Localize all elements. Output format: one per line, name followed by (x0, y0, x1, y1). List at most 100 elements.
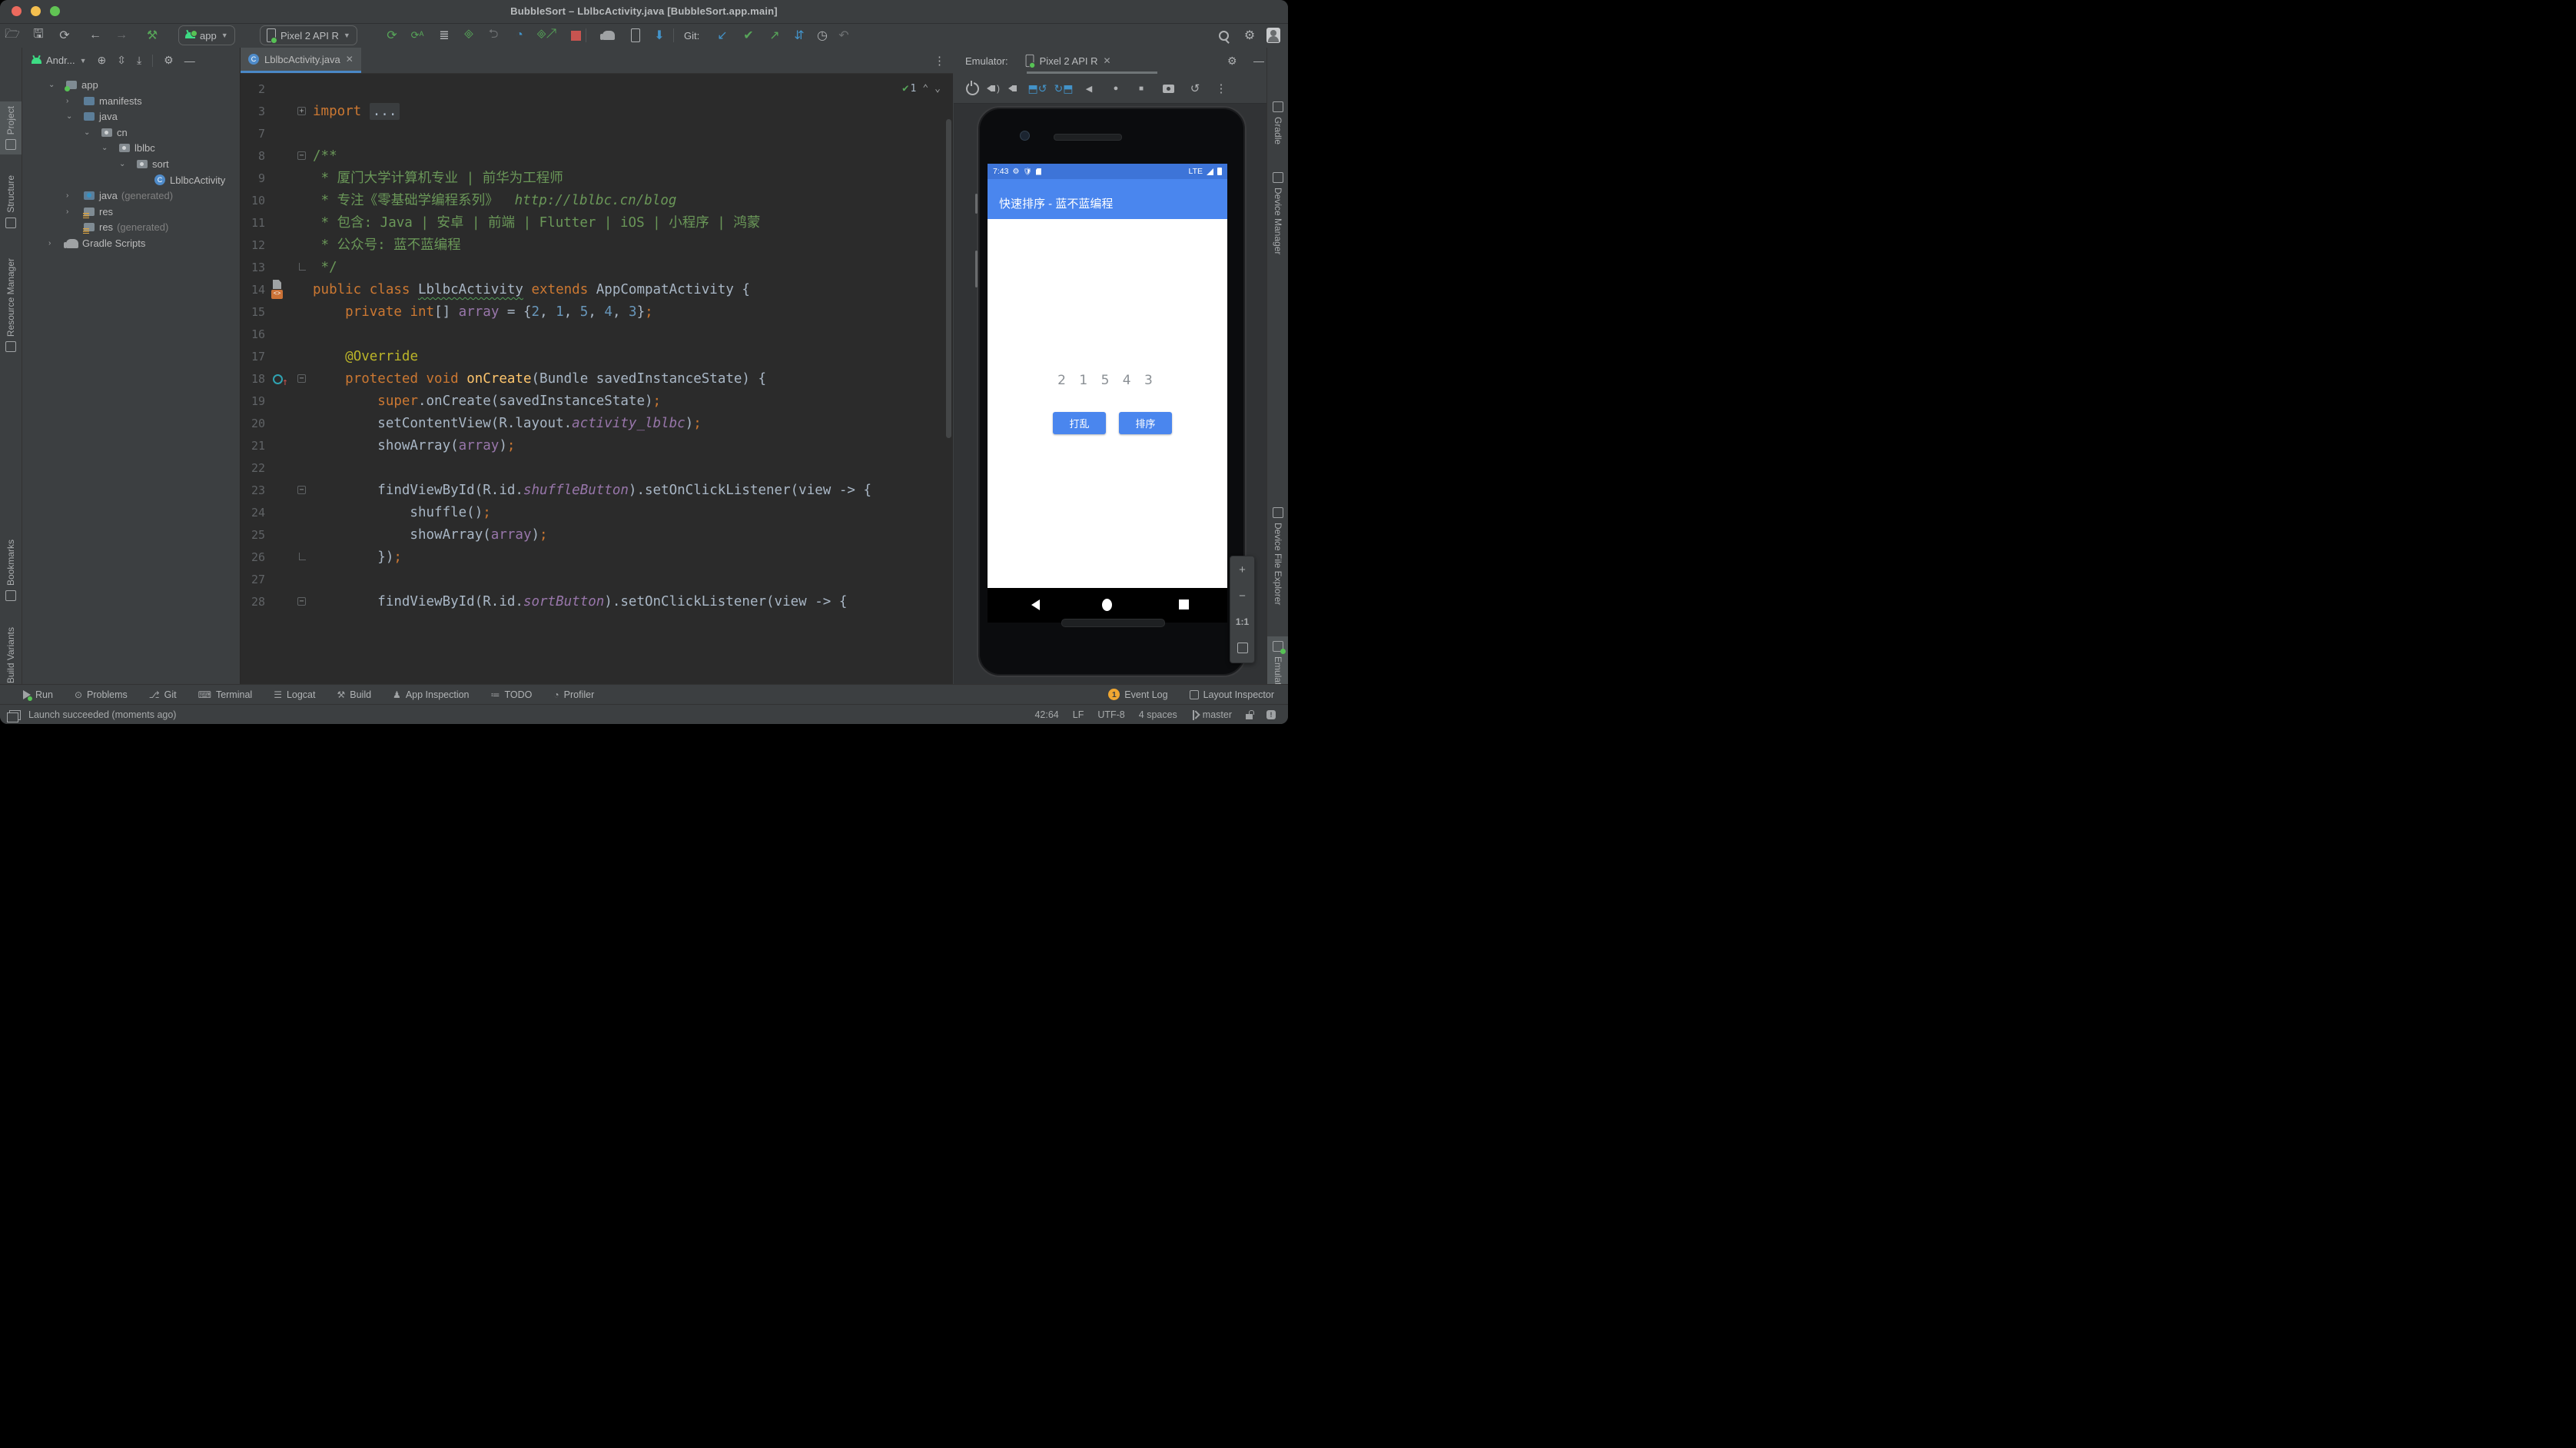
event-log-button[interactable]: 1 Event Log (1108, 689, 1168, 700)
tree-item-manifests[interactable]: › manifests (22, 93, 240, 109)
code-line-26[interactable]: 26 }); (241, 546, 953, 569)
caret-position[interactable]: 42:64 (1034, 709, 1058, 720)
code-line-24[interactable]: 24 shuffle(); (241, 502, 953, 524)
toolwindow-button-build[interactable]: ⚒ Build (337, 689, 371, 700)
chevron-down-icon[interactable]: ⌄ (48, 81, 56, 89)
code-line-17[interactable]: 17 @Override (241, 346, 953, 368)
hide-emulator-icon[interactable]: — (1253, 55, 1264, 67)
emulator-settings-gear-icon[interactable]: ⚙ (1227, 55, 1237, 68)
sort-button[interactable]: 排序 (1119, 412, 1172, 434)
run-with-coverage-icon[interactable]: ≣ (435, 27, 453, 44)
debug-icon[interactable]: 🞜 (460, 27, 478, 44)
emulator-device-tab[interactable]: Pixel 2 API R ✕ (1025, 54, 1111, 68)
indent-setting[interactable]: 4 spaces (1139, 709, 1177, 720)
strip-item-device-manager[interactable]: Device Manager (1267, 168, 1288, 259)
sdk-manager-icon[interactable]: ⬇ (650, 27, 669, 44)
profile-debug-icon[interactable]: 🞜↗ (536, 27, 556, 44)
chevron-down-icon[interactable]: ⌄ (84, 128, 91, 137)
tree-item-cn[interactable]: ⌄ cn (22, 125, 240, 141)
chevron-down-icon[interactable]: ⌄ (101, 144, 109, 152)
related-layout-file-icon[interactable]: <> (271, 280, 284, 301)
layout-inspector-button[interactable]: Layout Inspector (1189, 689, 1274, 700)
code-line-18[interactable]: 18 − ↑ protected void onCreate(Bundle save… (241, 368, 953, 390)
nav-home-icon[interactable] (1102, 599, 1112, 611)
apply-changes-icon[interactable]: ⟳ᴬ (408, 27, 427, 44)
tree-item-res[interactable]: res (generated) (22, 219, 240, 235)
sync-icon[interactable]: ⟳ (55, 27, 74, 44)
toolwindow-button-profiler[interactable]: ◔ Profiler (553, 689, 594, 700)
fold-expand-icon[interactable]: + (297, 107, 306, 115)
chevron-right-icon[interactable]: › (66, 208, 74, 216)
gradle-sync-icon[interactable] (599, 27, 618, 44)
profiler-gauge-icon[interactable]: ◔ (510, 27, 529, 44)
strip-item-project[interactable]: Project (0, 101, 22, 155)
tree-item-java[interactable]: › java (generated) (22, 188, 240, 204)
code-line-28[interactable]: 28 − findViewById(R.id.sortButton).setOnC… (241, 591, 953, 613)
close-emulator-tab-icon[interactable]: ✕ (1104, 55, 1111, 66)
tab-lblbcactivity[interactable]: C LblbcActivity.java ✕ (241, 48, 361, 73)
chevron-right-icon[interactable]: › (48, 239, 56, 247)
make-project-hammer-icon[interactable]: ⚒ (143, 27, 161, 44)
code-editor[interactable]: ✔ 1 ⌃ ⌄ 2 3 + import ... 7 8−/** 9 * 厦门大学计算机专业 … (241, 73, 953, 684)
back-button-icon[interactable]: ◀ (1081, 80, 1097, 97)
tree-item-sort[interactable]: ⌄ sort (22, 156, 240, 172)
code-line-15[interactable]: 15 private int[] array = {2, 1, 5, 4, 3}… (241, 301, 953, 324)
chevron-right-icon[interactable]: › (66, 191, 74, 200)
snapshots-icon[interactable]: ↺ (1187, 80, 1203, 97)
volume-down-icon[interactable] (1006, 80, 1023, 97)
code-line-13[interactable]: 13 */ (241, 257, 953, 279)
volume-up-icon[interactable] (984, 80, 1001, 97)
run-icon[interactable]: ⟳ (383, 27, 401, 44)
overview-button-icon[interactable]: ■ (1133, 80, 1150, 97)
hide-panel-icon[interactable]: — (184, 55, 195, 67)
power-icon[interactable] (964, 80, 981, 97)
shuffle-button[interactable]: 打乱 (1053, 412, 1106, 434)
toolwindow-button-problems[interactable]: ⊙ Problems (75, 689, 128, 700)
notifications-icon[interactable]: ! (1266, 710, 1276, 719)
avatar[interactable] (1266, 28, 1280, 43)
forward-icon[interactable]: → (112, 27, 131, 44)
back-icon[interactable]: ← (86, 27, 105, 44)
run-configuration-select[interactable]: app ▼ (178, 25, 235, 45)
git-fetch-icon[interactable]: ⇵ (790, 27, 808, 44)
device-manager-icon[interactable] (626, 27, 645, 44)
code-line-20[interactable]: 20 setContentView(R.layout.activity_lblb… (241, 413, 953, 435)
rotate-right-icon[interactable]: ↻⬒ (1054, 80, 1074, 97)
zoom-out-button[interactable]: − (1230, 583, 1254, 609)
strip-item-structure[interactable]: Structure (0, 171, 22, 233)
strip-item-gradle[interactable]: Gradle (1267, 97, 1288, 149)
line-separator[interactable]: LF (1073, 709, 1084, 720)
git-rollback-icon[interactable]: ↶ (835, 27, 853, 44)
toolwindow-button-todo[interactable]: ≔ TODO (491, 689, 533, 700)
readonly-lock-icon[interactable] (1246, 710, 1254, 719)
toolwindow-button-app-inspection[interactable]: ♟ App Inspection (393, 689, 469, 700)
expand-all-icon[interactable]: ⇳ (117, 54, 126, 67)
code-line-19[interactable]: 19 super.onCreate(savedInstanceState); (241, 390, 953, 413)
open-icon[interactable]: 🗁 (3, 27, 22, 44)
stop-icon[interactable] (566, 27, 585, 44)
chevron-right-icon[interactable]: › (66, 97, 74, 105)
code-line-25[interactable]: 25 showArray(array); (241, 524, 953, 546)
tree-item-java[interactable]: ⌄ java (22, 108, 240, 125)
screenshot-camera-icon[interactable] (1160, 80, 1177, 97)
code-line-23[interactable]: 23 − findViewById(R.id.shuffleButton).set… (241, 480, 953, 502)
fit-to-window-button[interactable] (1230, 635, 1254, 661)
save-all-icon[interactable]: 🖫 (29, 27, 48, 44)
chevron-down-icon[interactable]: ⌄ (119, 160, 127, 168)
git-branch-widget[interactable]: master (1191, 709, 1232, 720)
nav-overview-icon[interactable] (1179, 599, 1189, 609)
code-line-16[interactable]: 16 (241, 324, 953, 346)
fold-collapse-icon[interactable]: − (297, 486, 306, 494)
toolwindow-button-git[interactable]: ⎇ Git (149, 689, 177, 700)
tab-options-kebab-icon[interactable]: ⋮ (934, 54, 945, 68)
panel-options-gear-icon[interactable]: ⚙ (164, 54, 174, 67)
tree-item-lblbc[interactable]: ⌄ lblbc (22, 140, 240, 156)
code-line-22[interactable]: 22 (241, 457, 953, 480)
tree-item-gradle-scripts[interactable]: › Gradle Scripts (22, 235, 240, 251)
code-line-2[interactable]: 2 (241, 78, 953, 101)
file-encoding[interactable]: UTF-8 (1097, 709, 1124, 720)
collapse-all-icon[interactable]: ⤓ (137, 54, 141, 67)
code-line-14[interactable]: 14 <> public class LblbcActivity extends A… (241, 279, 953, 301)
code-line-11[interactable]: 11 * 包含: Java | 安卓 | 前端 | Flutter | iOS … (241, 212, 953, 234)
git-history-icon[interactable]: ◷ (813, 27, 832, 44)
